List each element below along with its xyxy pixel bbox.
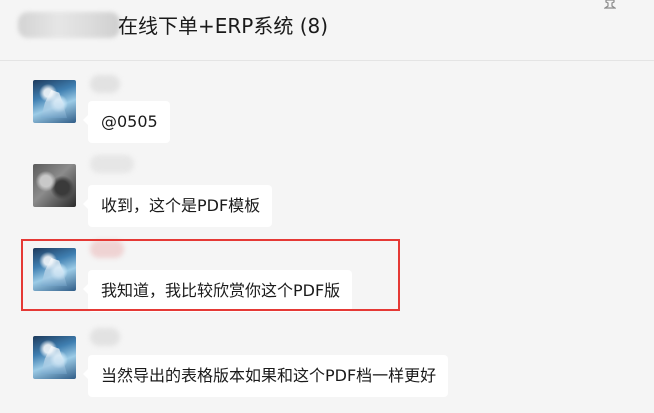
message-text: 收到，这个是PDF模板 (101, 196, 261, 215)
message-row: @0505 (0, 72, 654, 152)
message-bubble[interactable]: 收到，这个是PDF模板 (82, 185, 273, 227)
message-row: 收到，这个是PDF模板 (0, 155, 654, 235)
sender-avatar[interactable] (33, 248, 76, 291)
message-row: 当然导出的表格版本如果和这个PDF档一样更好 (0, 326, 654, 413)
message-text: 我知道，我比较欣赏你这个PDF版 (101, 281, 341, 300)
chat-header: 在线下单+ERP系统 (8) (0, 0, 654, 61)
blurred-group-name (18, 12, 120, 38)
chat-title[interactable]: 在线下单+ERP系统 (8) (118, 13, 328, 39)
sender-avatar[interactable] (33, 80, 76, 123)
message-bubble[interactable]: @0505 (83, 101, 170, 143)
message-text: 当然导出的表格版本如果和这个PDF档一样更好 (101, 366, 437, 385)
message-bubble[interactable]: 当然导出的表格版本如果和这个PDF档一样更好 (82, 355, 449, 397)
sender-name-blurred (90, 155, 134, 173)
pin-icon[interactable] (604, 0, 616, 10)
message-bubble[interactable]: 我知道，我比较欣赏你这个PDF版 (82, 270, 353, 312)
sender-avatar[interactable] (33, 336, 76, 379)
sender-name-blurred (90, 328, 120, 346)
sender-avatar[interactable] (33, 164, 76, 207)
message-row: 我知道，我比较欣赏你这个PDF版 (0, 240, 654, 320)
sender-name-blurred (90, 240, 124, 258)
message-text: @0505 (101, 112, 158, 131)
sender-name-blurred (90, 75, 120, 93)
